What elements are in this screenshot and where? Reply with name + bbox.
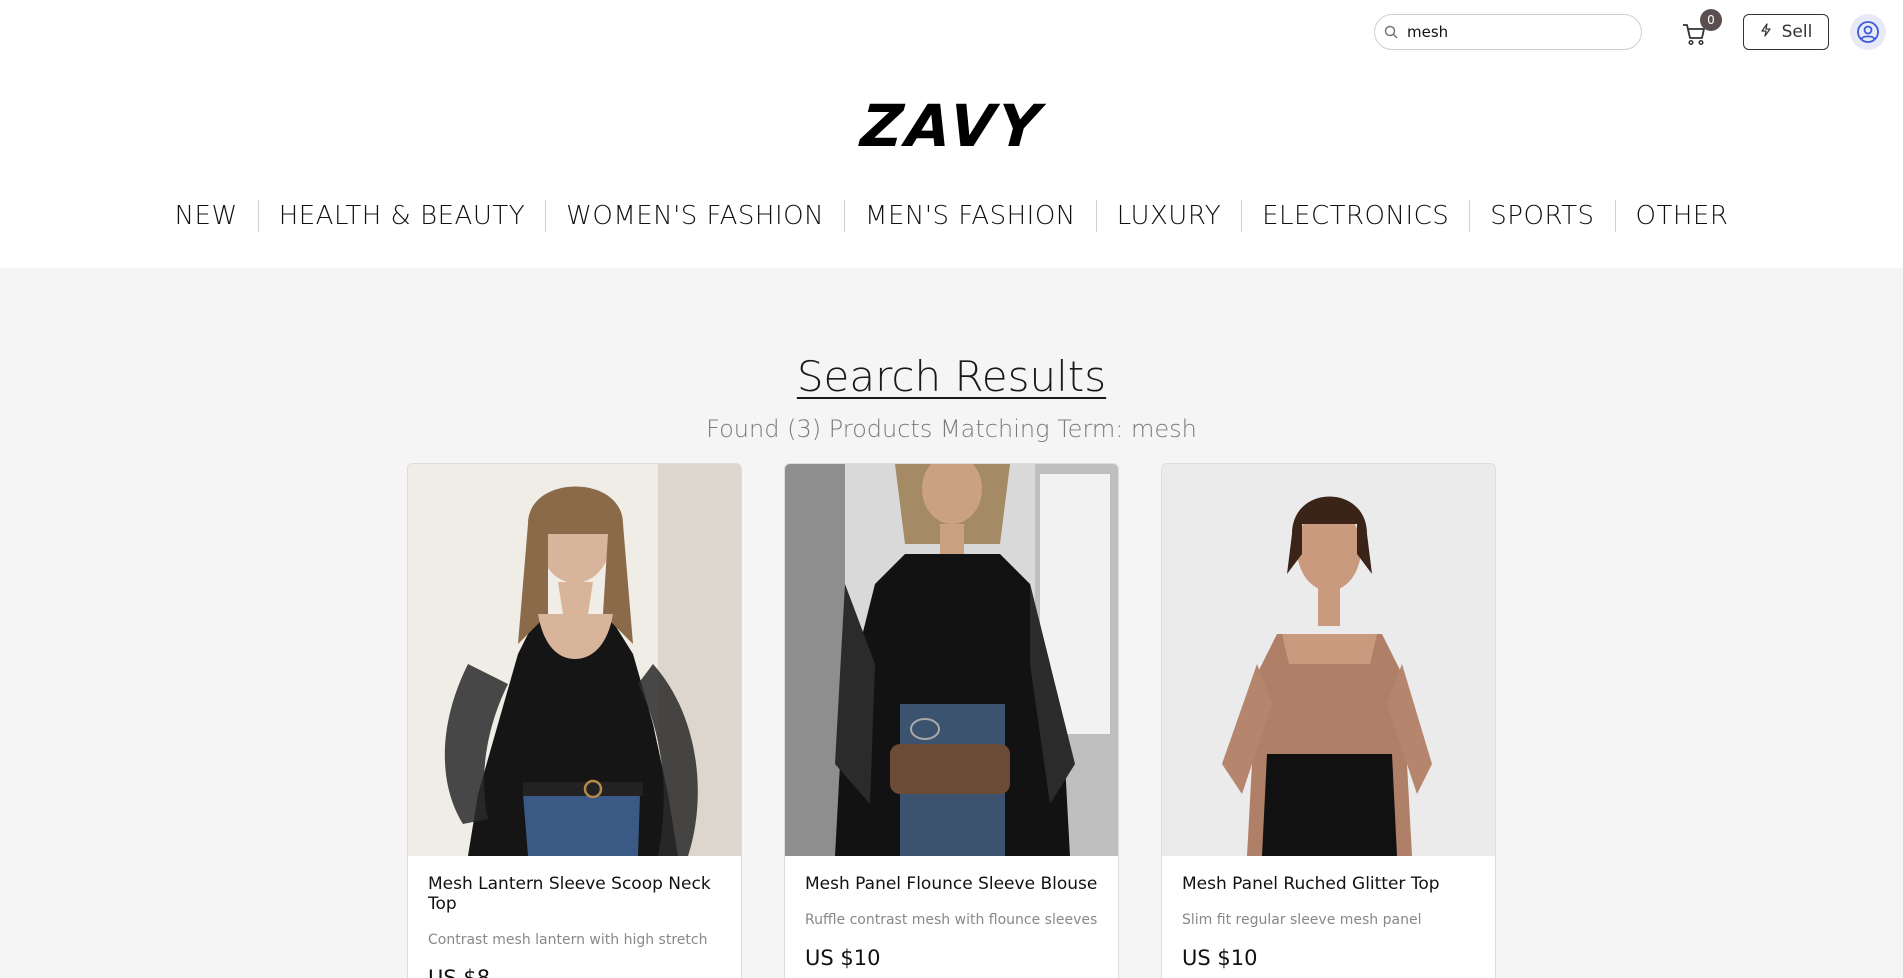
product-description: Contrast mesh lantern with high stretch [428, 932, 708, 948]
product-card[interactable]: Mesh Lantern Sleeve Scoop Neck Top Contr… [407, 463, 742, 978]
sell-button[interactable]: Sell [1743, 14, 1829, 50]
product-image[interactable] [408, 464, 741, 856]
main-nav: NEW HEALTH & BEAUTY WOMEN'S FASHION MEN'… [0, 200, 1903, 232]
product-price: US $10 [805, 946, 881, 970]
lightning-icon [1760, 22, 1772, 42]
product-grid: Mesh Lantern Sleeve Scoop Neck Top Contr… [407, 463, 1496, 978]
sell-button-label: Sell [1781, 22, 1813, 42]
product-card-body: Mesh Panel Flounce Sleeve Blouse Ruffle … [785, 856, 1118, 978]
page-title-text: Search Results [796, 352, 1107, 401]
product-title[interactable]: Mesh Lantern Sleeve Scoop Neck Top [428, 874, 721, 914]
product-card[interactable]: Mesh Panel Flounce Sleeve Blouse Ruffle … [784, 463, 1119, 978]
search-input[interactable] [1407, 23, 1627, 41]
product-card-body: Mesh Panel Ruched Glitter Top Slim fit r… [1162, 856, 1495, 978]
search-results-section: Search Results Found (3) Products Matchi… [0, 268, 1903, 978]
logo-text: ZAVY [858, 92, 1045, 160]
page-title: Search Results [0, 352, 1903, 401]
nav-item-new[interactable]: NEW [155, 201, 258, 231]
search-box[interactable] [1374, 14, 1642, 50]
user-avatar-icon[interactable] [1850, 14, 1886, 50]
results-count: Found (3) Products Matching Term: mesh [706, 415, 1197, 443]
product-card[interactable]: Mesh Panel Ruched Glitter Top Slim fit r… [1161, 463, 1496, 978]
product-card-body: Mesh Lantern Sleeve Scoop Neck Top Contr… [408, 856, 741, 978]
nav-item-electronics[interactable]: ELECTRONICS [1242, 201, 1469, 231]
product-image[interactable] [1162, 464, 1495, 856]
nav-item-other[interactable]: OTHER [1616, 201, 1749, 231]
search-icon [1375, 25, 1407, 39]
nav-item-womens-fashion[interactable]: WOMEN'S FASHION [546, 201, 844, 231]
nav-item-luxury[interactable]: LUXURY [1097, 201, 1241, 231]
nav-item-sports[interactable]: SPORTS [1470, 201, 1614, 231]
product-image[interactable] [785, 464, 1118, 856]
nav-item-health-beauty[interactable]: HEALTH & BEAUTY [259, 201, 545, 231]
product-title[interactable]: Mesh Panel Ruched Glitter Top [1182, 874, 1475, 894]
product-description: Slim fit regular sleeve mesh panel [1182, 912, 1422, 928]
site-header: 0 Sell ZAVY NEW HEALTH & BEAUTY WOMEN'S … [0, 0, 1903, 268]
nav-item-mens-fashion[interactable]: MEN'S FASHION [845, 201, 1096, 231]
product-price: US $8 [428, 966, 491, 978]
site-logo[interactable]: ZAVY [0, 92, 1903, 160]
cart-count-badge: 0 [1700, 9, 1722, 31]
product-title[interactable]: Mesh Panel Flounce Sleeve Blouse [805, 874, 1098, 894]
product-price: US $10 [1182, 946, 1258, 970]
top-bar: 0 Sell [0, 9, 1903, 50]
product-description: Ruffle contrast mesh with flounce sleeve… [805, 912, 1098, 928]
